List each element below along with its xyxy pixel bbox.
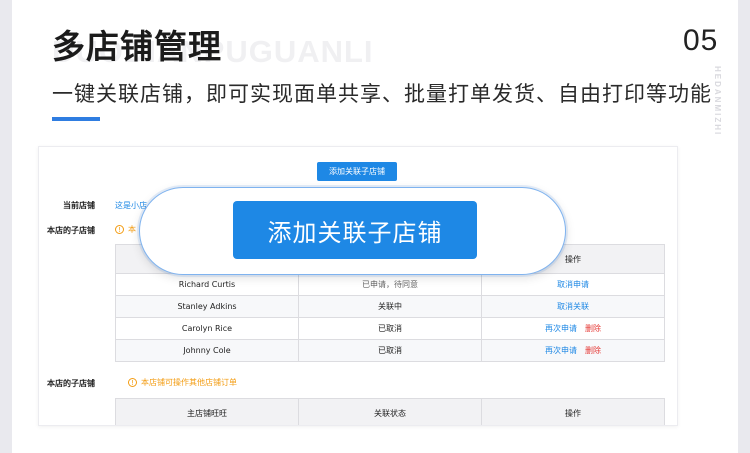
action-cell: 再次申请 删除 (481, 317, 665, 340)
store-name: Johnny Cole (115, 339, 299, 362)
link-status: 已取消 (298, 339, 482, 362)
store-name: Carolyn Rice (115, 317, 299, 340)
page-subtitle: 一键关联店铺，即可实现面单共享、批量打单发货、自由打印等功能 (52, 82, 712, 106)
page-title: 多店铺管理 (52, 27, 222, 66)
sub-store-tip: ! 本 (115, 224, 136, 235)
table-row: Johnny Cole 已取消 再次申请 删除 (115, 339, 665, 362)
delete-link[interactable]: 删除 (585, 324, 601, 333)
info-icon: ! (115, 225, 124, 234)
header-link-status: 关联状态 (298, 398, 482, 425)
link-status: 已取消 (298, 317, 482, 340)
current-store-value[interactable]: 这是小店 (115, 200, 147, 211)
reapply-link[interactable]: 再次申请 (545, 346, 577, 355)
delete-link[interactable]: 删除 (585, 346, 601, 355)
info-icon: ! (128, 378, 137, 387)
table-row: Richard Curtis 已申请，待同意 取消申请 (115, 273, 665, 296)
reapply-link[interactable]: 再次申请 (545, 324, 577, 333)
link-status: 已申请，待同意 (298, 273, 482, 296)
store-name: Richard Curtis (115, 273, 299, 296)
sub-store-label: 本店的子店铺 (47, 226, 95, 235)
table-row: Stanley Adkins 关联中 取消关联 (115, 295, 665, 318)
header-action: 操作 (481, 398, 665, 425)
section-number: 05 (683, 24, 719, 57)
action-cell: 取消关联 (481, 295, 665, 318)
link-status: 关联中 (298, 295, 482, 318)
operate-tip: ! 本店铺可操作其他店铺订单 (128, 377, 237, 388)
cancel-link-link[interactable]: 取消关联 (557, 302, 589, 311)
header-main-store: 主店铺旺旺 (115, 398, 299, 425)
cancel-request-link[interactable]: 取消申请 (557, 280, 589, 289)
zoom-callout: 添加关联子店铺 (139, 187, 566, 275)
sub-store-label-2: 本店的子店铺 (47, 379, 95, 388)
current-store-label: 当前店铺 (63, 201, 95, 210)
sub-store-tip-text: 本 (128, 225, 136, 234)
main-store-table: 主店铺旺旺 关联状态 操作 (115, 398, 665, 425)
table-row: Carolyn Rice 已取消 再次申请 删除 (115, 317, 665, 340)
operate-tip-text: 本店铺可操作其他店铺订单 (141, 378, 237, 387)
add-sub-store-button[interactable]: 添加关联子店铺 (317, 162, 397, 181)
accent-bar (52, 117, 100, 121)
add-sub-store-button-zoomed[interactable]: 添加关联子店铺 (233, 201, 477, 259)
action-cell: 取消申请 (481, 273, 665, 296)
action-cell: 再次申请 删除 (481, 339, 665, 362)
store-name: Stanley Adkins (115, 295, 299, 318)
